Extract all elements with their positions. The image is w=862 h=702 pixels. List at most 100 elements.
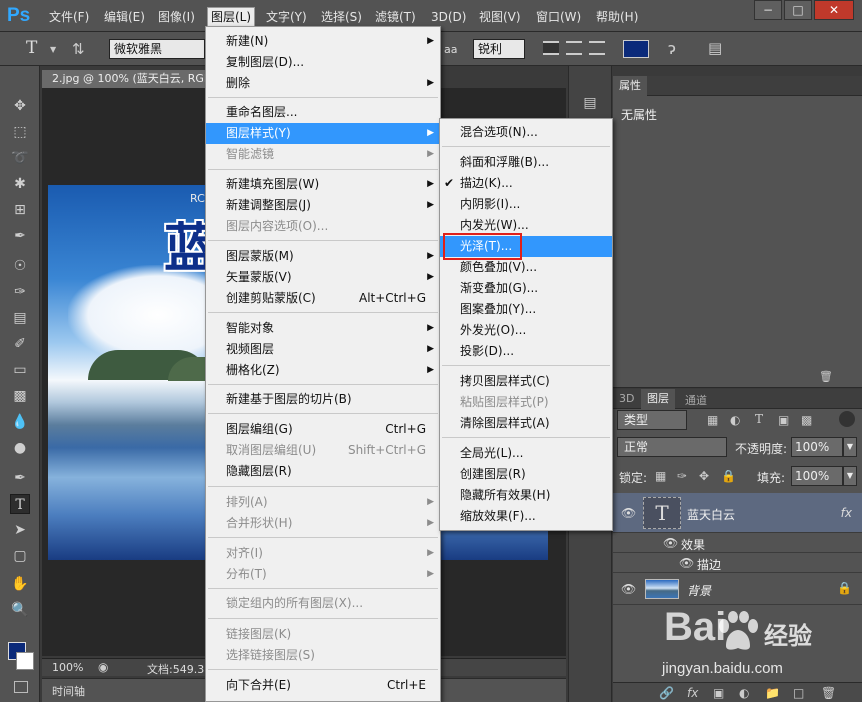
menu-item-blending-options[interactable]: 混合选项(N)... <box>440 122 612 143</box>
healing-brush-tool-icon[interactable]: ☉ <box>10 256 30 276</box>
filter-smart-object-icon[interactable]: ▩ <box>801 413 812 427</box>
lasso-tool-icon[interactable]: ➰ <box>10 148 30 168</box>
menu-view[interactable]: 视图(V) <box>479 9 521 25</box>
menu-window[interactable]: 窗口(W) <box>536 9 581 25</box>
eyedropper-tool-icon[interactable]: ✒ <box>10 226 30 246</box>
maximize-button[interactable]: □ <box>784 0 812 20</box>
menu-item-hide-layers[interactable]: 隐藏图层(R) <box>206 461 440 482</box>
menu-item-smart-filter[interactable]: 智能滤镜 ▶ <box>206 144 440 165</box>
fill-field[interactable]: 100% <box>791 466 843 486</box>
menu-item-align[interactable]: 对齐(I) ▶ <box>206 543 440 564</box>
menu-item-distribute[interactable]: 分布(T) ▶ <box>206 564 440 585</box>
zoom-level[interactable]: 100% <box>52 661 83 674</box>
background-color-swatch[interactable] <box>16 652 34 670</box>
text-color-swatch[interactable] <box>623 40 649 58</box>
layer-effects-row[interactable]: 👁 效果 <box>613 533 862 553</box>
menu-item-combine-shapes[interactable]: 合并形状(H) ▶ <box>206 513 440 534</box>
effects-eye-icon[interactable]: 👁 <box>663 536 678 550</box>
menu-item-new[interactable]: 新建(N) ▶ <box>206 31 440 52</box>
menu-item-drop-shadow[interactable]: 投影(D)... <box>440 341 612 362</box>
menu-item-duplicate-layer[interactable]: 复制图层(D)... <box>206 52 440 73</box>
new-adjustment-icon[interactable]: ◐ <box>739 686 749 700</box>
opacity-dropdown-icon[interactable]: ▼ <box>843 437 857 457</box>
menu-item-paste-layer-style[interactable]: 粘贴图层样式(P) <box>440 392 612 413</box>
quick-select-tool-icon[interactable]: ✱ <box>10 174 30 194</box>
menu-item-merge-down[interactable]: 向下合并(E) Ctrl+E <box>206 675 440 696</box>
layer-row-text[interactable]: 👁 T 蓝天白云 fx <box>613 493 862 533</box>
path-selection-tool-icon[interactable]: ➤ <box>10 520 30 540</box>
dodge-tool-icon[interactable]: ● <box>10 438 30 458</box>
menu-edit[interactable]: 编辑(E) <box>104 9 145 25</box>
align-center-button[interactable] <box>566 41 582 55</box>
menu-item-arrange[interactable]: 排列(A) ▶ <box>206 492 440 513</box>
align-left-button[interactable] <box>543 41 559 55</box>
antialias-select[interactable]: 锐利 <box>473 39 525 59</box>
layer-name[interactable]: 背景 <box>687 582 711 599</box>
fx-icon[interactable]: fx <box>841 506 852 520</box>
menu-item-color-overlay[interactable]: 颜色叠加(V)... <box>440 257 612 278</box>
menu-file[interactable]: 文件(F) <box>49 9 89 25</box>
marquee-tool-icon[interactable]: ⬚ <box>10 122 30 142</box>
type-tool-icon[interactable]: T <box>10 494 30 514</box>
move-tool-icon[interactable]: ✥ <box>10 96 30 116</box>
layer-name[interactable]: 蓝天白云 <box>687 506 735 523</box>
opacity-field[interactable]: 100% <box>791 437 843 457</box>
clone-stamp-tool-icon[interactable]: ▤ <box>10 308 30 328</box>
history-panel-icon[interactable]: ▤ <box>577 92 603 114</box>
font-family-field[interactable]: 微软雅黑 <box>109 39 205 59</box>
menu-item-clear-layer-style[interactable]: 清除图层样式(A) <box>440 413 612 434</box>
menu-item-vector-mask[interactable]: 矢量蒙版(V) ▶ <box>206 267 440 288</box>
menu-layer[interactable]: 图层(L) <box>207 7 256 27</box>
visibility-eye-icon[interactable]: 👁 <box>621 582 636 596</box>
menu-item-inner-shadow[interactable]: 内阴影(I)... <box>440 194 612 215</box>
menu-item-new-layer-based-slice[interactable]: 新建基于图层的切片(B) <box>206 389 440 410</box>
lock-transparent-icon[interactable]: ▦ <box>655 469 666 483</box>
menu-item-create-layers[interactable]: 创建图层(R) <box>440 464 612 485</box>
menu-item-new-fill-layer[interactable]: 新建填充图层(W) ▶ <box>206 174 440 195</box>
menu-item-outer-glow[interactable]: 外发光(O)... <box>440 320 612 341</box>
hand-tool-icon[interactable]: ✋ <box>10 574 30 594</box>
link-layers-icon[interactable]: 🔗 <box>659 686 674 700</box>
menu-item-lock-all-layers-in-group[interactable]: 锁定组内的所有图层(X)... <box>206 593 440 614</box>
lock-image-icon[interactable]: ✑ <box>677 469 687 483</box>
align-right-button[interactable] <box>589 41 605 55</box>
filter-toggle-icon[interactable] <box>839 411 855 427</box>
menu-item-pattern-overlay[interactable]: 图案叠加(Y)... <box>440 299 612 320</box>
pen-tool-icon[interactable]: ✒ <box>10 468 30 488</box>
type-tool-preset-icon[interactable]: T <box>26 38 37 58</box>
add-style-icon[interactable]: fx <box>687 686 698 700</box>
menu-item-global-light[interactable]: 全局光(L)... <box>440 443 612 464</box>
quick-mask-icon[interactable] <box>14 681 28 693</box>
blur-tool-icon[interactable]: 💧 <box>10 412 30 432</box>
menu-image[interactable]: 图像(I) <box>158 9 195 25</box>
filter-adjustment-icon[interactable]: ◐ <box>730 413 740 427</box>
visibility-eye-icon[interactable]: 👁 <box>621 506 636 520</box>
menu-item-select-linked-layers[interactable]: 选择链接图层(S) <box>206 645 440 666</box>
menu-3d[interactable]: 3D(D) <box>431 9 466 25</box>
new-layer-icon[interactable]: □ <box>793 686 804 700</box>
menu-select[interactable]: 选择(S) <box>321 9 362 25</box>
menu-type[interactable]: 文字(Y) <box>266 9 307 25</box>
menu-item-layer-mask[interactable]: 图层蒙版(M) ▶ <box>206 246 440 267</box>
rectangle-tool-icon[interactable]: ▢ <box>10 546 30 566</box>
character-panel-icon[interactable]: ▤ <box>708 39 722 57</box>
menu-item-create-clipping-mask[interactable]: 创建剪贴蒙版(C) Alt+Ctrl+G <box>206 288 440 309</box>
fill-dropdown-icon[interactable]: ▼ <box>843 466 857 486</box>
menu-item-link-layers[interactable]: 链接图层(K) <box>206 624 440 645</box>
menu-item-smart-object[interactable]: 智能对象 ▶ <box>206 318 440 339</box>
blend-mode-select[interactable]: 正常 <box>617 437 727 457</box>
crop-tool-icon[interactable]: ⊞ <box>10 200 30 220</box>
menu-filter[interactable]: 滤镜(T) <box>375 9 416 25</box>
layer-stroke-effect-row[interactable]: 👁 描边 <box>613 553 862 573</box>
eraser-tool-icon[interactable]: ▭ <box>10 360 30 380</box>
close-button[interactable]: ✕ <box>814 0 854 20</box>
gradient-tool-icon[interactable]: ▩ <box>10 386 30 406</box>
menu-item-rasterize[interactable]: 栅格化(Z) ▶ <box>206 360 440 381</box>
zoom-tool-icon[interactable]: 🔍 <box>10 600 30 620</box>
menu-item-rename-layer[interactable]: 重命名图层... <box>206 102 440 123</box>
lock-position-icon[interactable]: ✥ <box>699 469 709 483</box>
tab-properties[interactable]: 属性 <box>613 76 647 97</box>
filter-type-icon[interactable]: T <box>755 412 763 426</box>
add-mask-icon[interactable]: ▣ <box>713 686 724 700</box>
minimize-button[interactable]: − <box>754 0 782 20</box>
